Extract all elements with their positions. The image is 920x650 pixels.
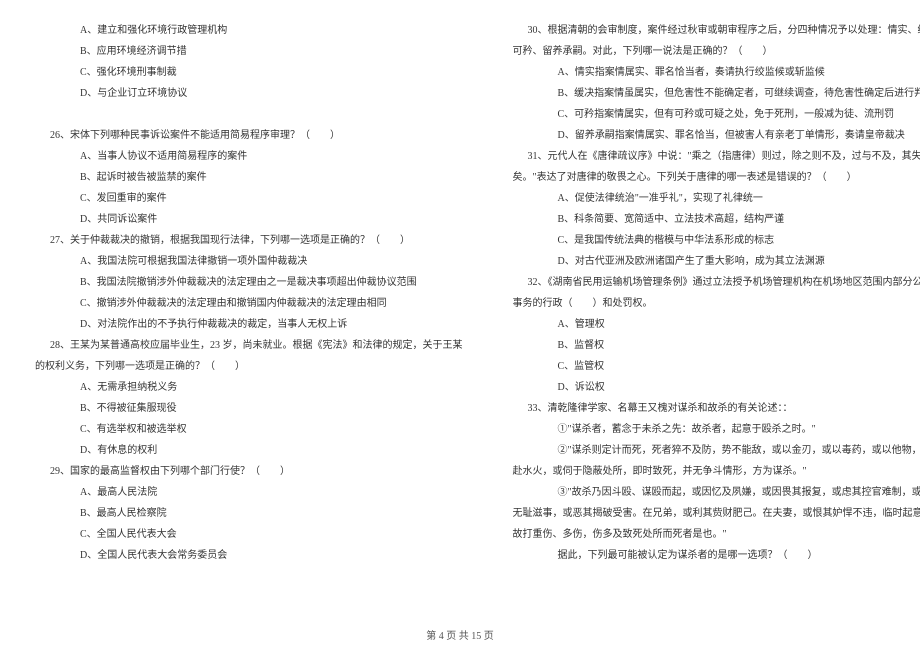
text-line: D、诉讼权 [513,377,920,398]
text-line: A、最高人民法院 [35,482,463,503]
text-line: 27、关于仲裁裁决的撤销，根据我国现行法律，下列哪一选项是正确的？（ ） [35,230,463,251]
text-line: B、我国法院撤销涉外仲裁裁决的法定理由之一是裁决事项超出仲裁协议范围 [35,272,463,293]
text-line: A、无需承担纳税义务 [35,377,463,398]
text-line: 矣。"表达了对唐律的敬畏之心。下列关于唐律的哪一表述是错误的？（ ） [513,167,920,188]
text-line: C、全国人民代表大会 [35,524,463,545]
text-line: B、应用环境经济调节措 [35,41,463,62]
text-line: 26、宋体下列哪种民事诉讼案件不能适用简易程序审理？（ ） [35,125,463,146]
text-line: B、最高人民检察院 [35,503,463,524]
text-line: C、发回重审的案件 [35,188,463,209]
text-line: D、全国人民代表大会常务委员会 [35,545,463,566]
text-line: B、科条简要、宽简适中、立法技术高超，结构严谨 [513,209,920,230]
text-line: C、是我国传统法典的楷模与中华法系形成的标志 [513,230,920,251]
text-line: A、我国法院可根据我国法律撤销一项外国仲裁裁决 [35,251,463,272]
text-line: 29、国家的最高监督权由下列哪个部门行使？（ ） [35,461,463,482]
text-line: ②"谋杀则定计而死，死者猝不及防，势不能敌，或以金刃，或以毒药，或以他物，或驱 [513,440,920,461]
text-line: 28、王某为某普通高校应届毕业生，23 岁，尚未就业。根据《宪法》和法律的规定，… [35,335,463,356]
text-line: 据此，下列最可能被认定为谋杀者的是哪一选项？（ ） [513,545,920,566]
text-line: ③"故杀乃因斗殴、谋殴而起，或因忆及夙嫌，或因畏其报复，或虑其控官难制，或恐其 [513,482,920,503]
left-column: A、建立和强化环境行政管理机构B、应用环境经济调节措C、强化环境刑事制裁D、与企… [35,20,463,610]
page-content: A、建立和强化环境行政管理机构B、应用环境经济调节措C、强化环境刑事制裁D、与企… [35,20,885,610]
text-line: 故打重伤、多伤，伤多及致死处所而死者是也。" [513,524,920,545]
text-line: 事务的行政（ ）和处罚权。 [513,293,920,314]
text-line: B、监督权 [513,335,920,356]
page-number: 第 4 页 共 15 页 [426,631,494,642]
text-line: 的权利义务，下列哪一选项是正确的？（ ） [35,356,463,377]
text-line: A、当事人协议不适用简易程序的案件 [35,146,463,167]
text-line: 30、根据清朝的会审制度，案件经过秋审或朝审程序之后，分四种情况予以处理：情实、… [513,20,920,41]
text-line: C、强化环境刑事制裁 [35,62,463,83]
text-line: D、对古代亚洲及欧洲诸国产生了重大影响，成为其立法渊源 [513,251,920,272]
text-line: B、缓决指案情虽属实，但危害性不能确定者，可继续调查，待危害性确定后进行判决 [513,83,920,104]
text-line: A、情实指案情属实、罪名恰当者，奏请执行绞监候或斩监候 [513,62,920,83]
text-line: C、有选举权和被选举权 [35,419,463,440]
right-column: 30、根据清朝的会审制度，案件经过秋审或朝审程序之后，分四种情况予以处理：情实、… [513,20,920,610]
text-line: 31、元代人在《唐律疏议序》中说："乘之（指唐律）则过，除之则不及，过与不及，其… [513,146,920,167]
text-line [35,104,463,125]
text-line: ①"谋杀者，蓄念于未杀之先：故杀者，起意于殴杀之时。" [513,419,920,440]
text-line: A、建立和强化环境行政管理机构 [35,20,463,41]
text-line: A、促使法律统治"一准乎礼"，实现了礼律统一 [513,188,920,209]
text-line: D、与企业订立环境协议 [35,83,463,104]
text-line: 无耻滋事，或恶其揭破受害。在兄弟，或利其赀财肥己。在夫妻，或恨其妒悍不违，临时起… [513,503,920,524]
text-line: 赴水火，或伺于隐蔽处所，即时致死，并无争斗情形，方为谋杀。" [513,461,920,482]
text-line: B、起诉时被告被监禁的案件 [35,167,463,188]
text-line: D、对法院作出的不予执行仲裁裁决的裁定，当事人无权上诉 [35,314,463,335]
text-line: C、可矜指案情属实，但有可矜或可疑之处，免于死刑，一般减为徒、流刑罚 [513,104,920,125]
text-line: 33、清乾隆律学家、名幕王又槐对谋杀和故杀的有关论述：： [513,398,920,419]
text-line: 可矜、留养承嗣。对此，下列哪一说法是正确的？（ ） [513,41,920,62]
text-line: 32、《湖南省民用运输机场管理条例》通过立法授予机场管理机构在机场地区范围内部分… [513,272,920,293]
text-line: D、留养承嗣指案情属实、罪名恰当，但被害人有亲老丁单情形，奏请皇帝裁决 [513,125,920,146]
page-footer: 第 4 页 共 15 页 [0,627,920,642]
text-line: D、有休息的权利 [35,440,463,461]
text-line: B、不得被征集服现役 [35,398,463,419]
text-line: C、撤销涉外仲裁裁决的法定理由和撤销国内仲裁裁决的法定理由相同 [35,293,463,314]
text-line: A、管理权 [513,314,920,335]
text-line: D、共同诉讼案件 [35,209,463,230]
text-line: C、监管权 [513,356,920,377]
